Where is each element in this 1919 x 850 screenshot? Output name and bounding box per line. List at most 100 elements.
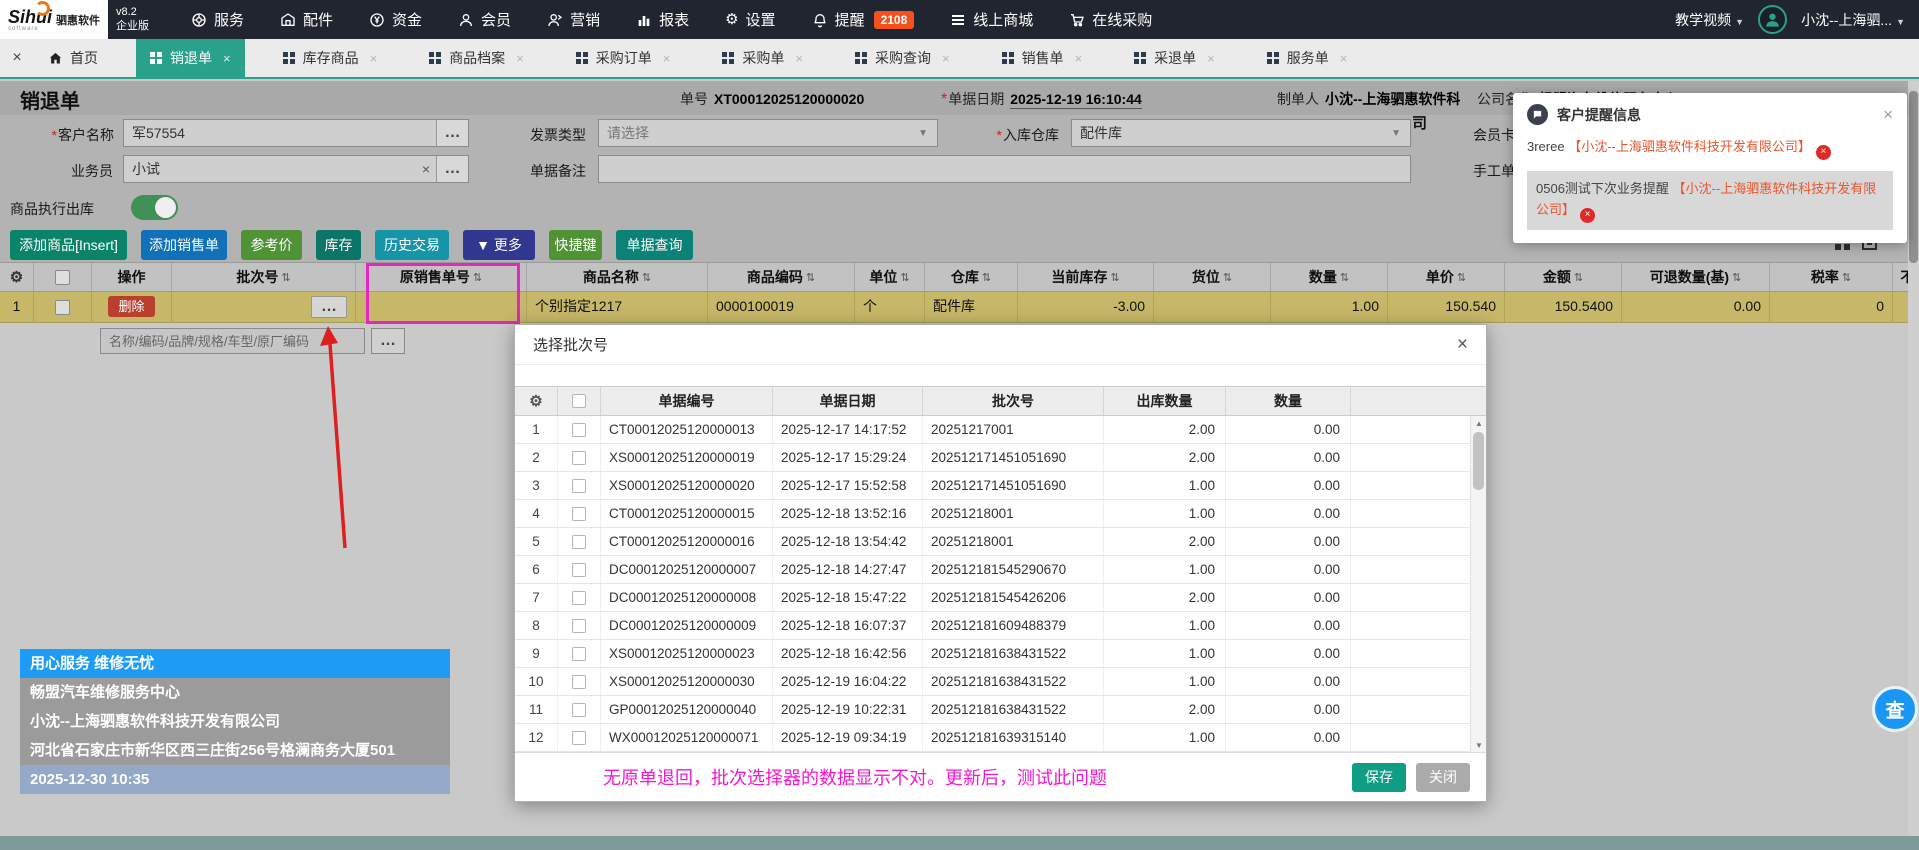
batch-lookup-ellipsis-button[interactable]: …	[311, 296, 347, 318]
dialog-table-row[interactable]: 10 XS00012025120000030 2025-12-19 16:04:…	[515, 668, 1486, 696]
column-header[interactable]: 商品编码 ⇅	[708, 263, 855, 291]
dialog-column-header[interactable]: 批次号	[923, 387, 1104, 415]
row-checkbox[interactable]	[572, 479, 586, 493]
dialog-table-row[interactable]: 9 XS00012025120000023 2025-12-18 16:42:5…	[515, 640, 1486, 668]
menu-item-service[interactable]: 服务	[191, 9, 244, 30]
salesman-input[interactable]	[124, 161, 416, 177]
salesman-field[interactable]: × …	[123, 155, 469, 183]
row-checkbox[interactable]	[572, 647, 586, 661]
dialog-table-row[interactable]: 4 CT00012025120000015 2025-12-18 13:52:1…	[515, 500, 1486, 528]
dialog-column-header[interactable]: 单据日期	[773, 387, 923, 415]
close-icon[interactable]: ×	[1207, 51, 1215, 66]
tab-item[interactable]: 采退单 ×	[1120, 39, 1229, 77]
column-header[interactable]: 仓库 ⇅	[925, 263, 1018, 291]
row-checkbox[interactable]	[572, 591, 586, 605]
dialog-table-row[interactable]: 8 DC00012025120000009 2025-12-18 16:07:3…	[515, 612, 1486, 640]
remove-badge-icon[interactable]: ×	[1816, 145, 1831, 160]
sort-icon[interactable]: ⇅	[900, 271, 909, 284]
column-header[interactable]: 单价 ⇅	[1388, 263, 1505, 291]
customer-input[interactable]	[124, 125, 436, 141]
toolbar-button[interactable]: 库存	[316, 230, 361, 260]
column-header[interactable]: 原销售单号 ⇅	[356, 263, 527, 291]
grid-settings-cell[interactable]: ⚙	[0, 263, 34, 291]
column-header[interactable]: 商品名称 ⇅	[527, 263, 708, 291]
save-button[interactable]: 保存	[1352, 763, 1406, 792]
sort-icon[interactable]: ⇅	[1842, 271, 1851, 284]
dialog-column-header[interactable]: 数量	[1226, 387, 1351, 415]
row-checkbox[interactable]	[572, 675, 586, 689]
batch-no-cell[interactable]: …	[172, 292, 356, 322]
menu-item-member[interactable]: 会员	[458, 9, 511, 30]
customer-field[interactable]: …	[123, 119, 469, 147]
sort-icon[interactable]: ⇅	[281, 271, 290, 284]
column-header[interactable]: 数量 ⇅	[1271, 263, 1388, 291]
tab-item[interactable]: 采购订单 ×	[562, 39, 685, 77]
lookup-ellipsis-button[interactable]: …	[436, 156, 468, 182]
delete-button[interactable]: 删除	[108, 296, 154, 317]
scrollbar-thumb[interactable]	[1909, 91, 1918, 263]
float-query-button[interactable]: 查	[1872, 686, 1918, 732]
clear-icon[interactable]: ×	[416, 161, 436, 177]
remark-field[interactable]	[598, 155, 1411, 183]
dialog-scrollbar[interactable]: ▲ ▼	[1470, 416, 1486, 752]
menu-item-online-mall[interactable]: 线上商城	[950, 9, 1033, 30]
dialog-table-row[interactable]: 12 WX00012025120000071 2025-12-19 09:34:…	[515, 724, 1486, 752]
product-search-input[interactable]	[100, 328, 365, 354]
document-date-field[interactable]: *单据日期2025-12-19 16:10:44	[941, 89, 1142, 109]
dialog-table-row[interactable]: 5 CT00012025120000016 2025-12-18 13:54:4…	[515, 528, 1486, 556]
close-icon[interactable]: ×	[1075, 51, 1083, 66]
sort-icon[interactable]: ⇅	[642, 271, 651, 284]
sort-icon[interactable]: ⇅	[473, 271, 482, 284]
close-icon[interactable]: ×	[1340, 51, 1348, 66]
toolbar-button[interactable]: ▼ 更多	[463, 230, 535, 260]
toolbar-button[interactable]: 历史交易	[375, 230, 449, 260]
dialog-table-row[interactable]: 3 XS00012025120000020 2025-12-17 15:52:5…	[515, 472, 1486, 500]
row-checkbox[interactable]	[572, 507, 586, 521]
dialog-settings-cell[interactable]: ⚙	[515, 387, 558, 415]
menu-item-reports[interactable]: 报表	[636, 9, 689, 30]
row-checkbox[interactable]	[572, 423, 586, 437]
remark-input[interactable]	[599, 161, 1410, 177]
tab-item[interactable]: 服务单 ×	[1253, 39, 1362, 77]
column-header[interactable]: 单位 ⇅	[855, 263, 925, 291]
original-sale-no-cell[interactable]	[356, 292, 527, 322]
tab-item[interactable]: 商品档案 ×	[415, 39, 538, 77]
warehouse-select[interactable]: 配件库 ▼	[1071, 119, 1411, 147]
row-checkbox[interactable]	[572, 619, 586, 633]
close-icon[interactable]: ×	[1883, 105, 1893, 125]
menu-item-parts[interactable]: 配件	[280, 9, 333, 30]
menu-item-settings[interactable]: ⚙ 设置	[725, 9, 775, 30]
tab-item[interactable]: 销退单 ×	[136, 39, 245, 77]
scrollbar-thumb[interactable]	[1473, 432, 1484, 490]
outbound-toggle[interactable]	[131, 195, 178, 220]
dialog-column-header[interactable]: 出库数量	[1104, 387, 1226, 415]
column-header[interactable]: 货位 ⇅	[1154, 263, 1271, 291]
select-all-checkbox[interactable]	[55, 270, 70, 285]
invoice-type-select[interactable]: 请选择 ▼	[598, 119, 938, 147]
sort-icon[interactable]: ⇅	[1223, 271, 1232, 284]
tab-home[interactable]: 首页	[34, 39, 112, 77]
close-icon[interactable]: ×	[516, 51, 524, 66]
remove-badge-icon[interactable]: ×	[1580, 208, 1595, 223]
sort-icon[interactable]: ⇅	[1110, 271, 1119, 284]
column-header[interactable]: 批次号 ⇅	[172, 263, 356, 291]
menu-item-funds[interactable]: 资金	[369, 9, 422, 30]
column-header[interactable]: 当前库存 ⇅	[1018, 263, 1154, 291]
dialog-column-header[interactable]: 单据编号	[601, 387, 773, 415]
toolbar-button[interactable]: 快捷键	[549, 230, 602, 260]
toolbar-button[interactable]: 添加销售单	[141, 230, 227, 260]
avatar[interactable]	[1758, 5, 1787, 34]
sort-icon[interactable]: ⇅	[1457, 271, 1466, 284]
toolbar-button[interactable]: 参考价	[241, 230, 302, 260]
sort-icon[interactable]: ⇅	[982, 271, 991, 284]
close-icon[interactable]: ×	[942, 51, 950, 66]
column-header[interactable]: 税率 ⇅	[1770, 263, 1893, 291]
user-menu[interactable]: 小沈--上海驷...▼	[1801, 10, 1905, 30]
row-checkbox[interactable]	[572, 563, 586, 577]
select-all-checkbox[interactable]	[572, 394, 586, 408]
sort-icon[interactable]: ⇅	[806, 271, 815, 284]
scroll-down-icon[interactable]: ▼	[1471, 738, 1486, 752]
row-checkbox[interactable]	[55, 300, 70, 315]
menu-item-marketing[interactable]: 营销	[547, 9, 600, 30]
toolbar-button[interactable]: 添加商品[Insert]	[10, 230, 127, 260]
